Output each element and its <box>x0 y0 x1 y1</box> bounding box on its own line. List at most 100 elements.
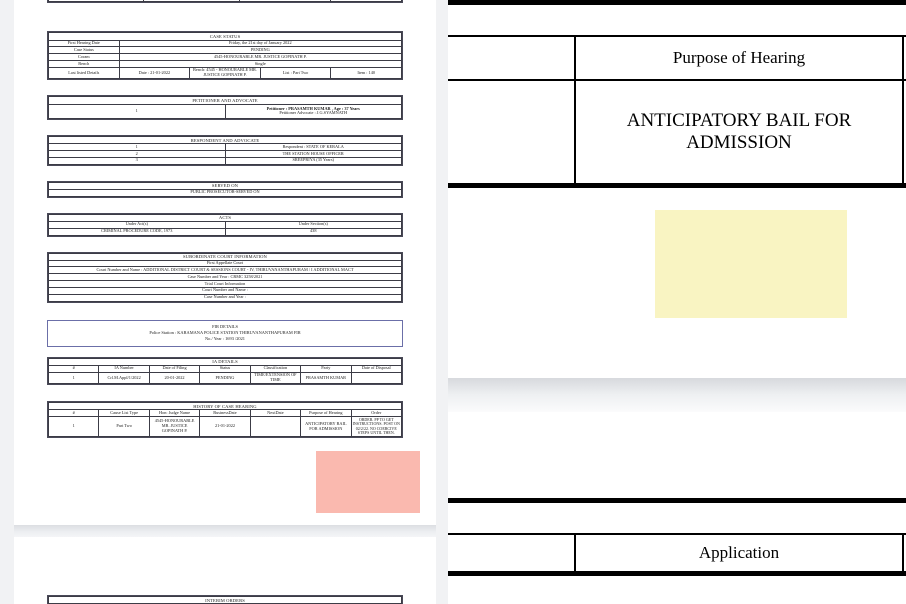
table-row: Bench Single <box>48 60 403 68</box>
magnified-interim-col-blank-left <box>448 533 577 573</box>
ia-cell-classification: TIME/EXTENSION OF TIME <box>249 371 302 385</box>
respondent-name: Respondent : STATE OF KERALA <box>224 143 402 152</box>
coram-value: 4545-HONOURABLE MR. JUSTICE GOPINATH P. <box>118 53 403 62</box>
table-row: PUBLIC PROSECUTOR-SERVED ON <box>48 188 402 197</box>
history-cell-index: 1 <box>47 416 100 438</box>
history-col-cause-list-type: Cause List Type <box>98 409 150 418</box>
history-col-index: # <box>47 409 100 418</box>
history-cell-judge-name: 4545-HONOURABLE MR. JUSTICE GOPINATH P. <box>148 416 201 438</box>
magnified-page-separator <box>448 378 906 412</box>
magnified-history-cell-order: ORDER. PP TO GET INSTRUCTIONS. POST ON 0… <box>901 79 906 185</box>
table-row: 2 THE STATION HOUSE OFFICER <box>48 150 402 158</box>
ia-cell-number: Crl.M.Appl/1/2022 <box>98 371 150 385</box>
history-col-order: Order <box>350 409 403 418</box>
ia-col-filing-date: Date of Filing <box>148 364 201 373</box>
magnified-history-block: HEARING te Purpose of Hearing Order ANTI… <box>448 0 906 188</box>
table-row: Case Number and Year : <box>48 293 402 302</box>
table-row: Coram 4545-HONOURABLE MR. JUSTICE GOPINA… <box>48 53 403 62</box>
magnified-history-col-order: Order <box>901 35 906 81</box>
last-listed-bench: Bench: 4545 - HONOURABLE MR. JUSTICE GOP… <box>189 66 261 80</box>
table-row: te Purpose of Hearing Order <box>448 35 906 81</box>
history-title: HISTORY OF CASE HEARING <box>48 402 402 411</box>
efile-no-value: Offline <box>330 0 402 3</box>
cnr-number-value: KLHC010051102022 <box>143 0 240 3</box>
ia-cell-party: PRASAMTH KUMAR <box>300 371 352 385</box>
acts-col-section: Under Section(s) <box>224 220 402 229</box>
table-row: 3 SREEPRIYA (35 Years) <box>48 156 402 165</box>
respondent-title: RESPONDENT AND ADVOCATE <box>48 136 402 145</box>
table-row: Trial Court Information <box>48 280 402 288</box>
subordinate-court-title: SUBORDINATE COURT INFORMATION <box>48 252 402 261</box>
petitioner-advocate: Petitioner Advocate : J.G.SYAMNATH <box>279 110 348 116</box>
magnified-interim-title: ERS <box>448 501 906 535</box>
table-row: PETITIONER AND ADVOCATE <box>48 96 402 105</box>
petitioner-block: PETITIONER AND ADVOCATE 1 Petitioner : P… <box>47 95 403 121</box>
acts-block: ACTS Under Act(s) Under Section(s) CRIMI… <box>47 212 403 237</box>
magnified-history-col-purpose: Purpose of Hearing <box>574 35 904 81</box>
efile-no-label: E-File NO <box>238 0 332 3</box>
magnified-history-cell-date <box>448 79 577 185</box>
history-cell-business-date: 21-01-2022 <box>199 416 251 438</box>
petitioner-detail-cell: Petitioner : PRASAMTH KUMAR , Age : 37 Y… <box>224 103 402 120</box>
table-row: Case Number and Year : CRMC 3258/2021 <box>48 273 402 282</box>
ia-col-party: Party <box>300 364 352 373</box>
table-row: ANTICIPATORY BAIL FOR ADMISSION ORDER. P… <box>448 79 906 185</box>
last-listed-label: Last listed Details <box>48 66 120 80</box>
bench-label: Bench <box>48 60 120 68</box>
panel-divider <box>436 0 448 604</box>
document-page-2: INTERIM ORDERS Business Date Hon: Judge … <box>14 537 436 604</box>
table-row: 1 Petitioner : PRASAMTH KUMAR , Age : 37… <box>48 103 402 120</box>
first-appellate-court-label: First Appellate Court <box>48 259 402 268</box>
case-status-block: CASE STATUS First Hearing Date Friday, t… <box>47 31 403 81</box>
order-text-highlight-magnified <box>655 210 847 318</box>
table-row: IA DETAILS <box>48 357 402 366</box>
table-row: Application <box>448 533 906 573</box>
respondent-name: SREEPRIYA (35 Years) <box>224 156 402 165</box>
history-cell-purpose: ANTICIPATORY BAIL FOR ADMISSION <box>300 416 352 438</box>
trial-court-label: Trial Court Information <box>48 280 402 288</box>
order-text-highlight <box>316 451 420 513</box>
history-cell-order: ORDER. PP TO GET INSTRUCTIONS. POST ON 0… <box>350 416 403 438</box>
subordinate-court-block: SUBORDINATE COURT INFORMATION First Appe… <box>47 251 403 303</box>
coram-label: Coram <box>48 53 120 62</box>
table-row: HEARING <box>448 3 906 37</box>
last-listed-date: Date : 21-01-2022 <box>118 66 191 80</box>
case-status-value: PENDING <box>118 46 403 55</box>
ia-cell-filing-date: 20-01-2022 <box>148 371 201 385</box>
history-col-judge-name: Hon: Judge Name <box>148 409 201 418</box>
table-row: Court Number and Name : ADDITIONAL DISTR… <box>48 266 402 275</box>
case-status-title: CASE STATUS <box>48 32 402 41</box>
history-col-business-date: BusinessDate <box>199 409 251 418</box>
magnified-history-title: HEARING <box>448 3 906 37</box>
history-of-case-hearing-block: HISTORY OF CASE HEARING # Cause List Typ… <box>47 401 403 439</box>
document-thumbnail-panel[interactable]: Filing Number Bail Appl. 606/2022 Filing… <box>14 0 436 604</box>
table-row: # IA Number Date of Filing Status Classi… <box>47 364 403 373</box>
document-page-1: Filing Number Bail Appl. 606/2022 Filing… <box>14 0 436 525</box>
first-hearing-date-label: First Hearing Date <box>48 39 120 48</box>
table-row: Last listed Details Date : 21-01-2022 Be… <box>48 66 402 80</box>
subordinate-case-number-year: Case Number and Year : CRMC 3258/2021 <box>48 273 402 282</box>
table-row: Case Status PENDING <box>48 46 403 55</box>
respondent-name: THE STATION HOUSE OFFICER <box>224 150 402 158</box>
ia-cell-index: 1 <box>47 371 100 385</box>
acts-col-act: Under Act(s) <box>48 220 226 229</box>
table-row: Under Act(s) Under Section(s) <box>48 220 402 229</box>
ia-col-number: IA Number <box>98 364 150 373</box>
table-row: 1 Crl.M.Appl/1/2022 20-01-2022 PENDING T… <box>47 371 403 385</box>
table-row: 1 Part Two 4545-HONOURABLE MR. JUSTICE G… <box>47 416 403 438</box>
ia-col-status: Status <box>199 364 251 373</box>
viewer-left-margin <box>0 0 14 604</box>
page-separator <box>14 525 436 537</box>
document-magnified-panel[interactable]: 021 S tion Party Date of Disposal <box>448 0 906 604</box>
table-row: RESPONDENT AND ADVOCATE <box>48 136 402 145</box>
petitioner-title: PETITIONER AND ADVOCATE <box>48 96 402 105</box>
served-on-block: SERVED ON PUBLIC PROSECUTOR-SERVED ON <box>47 180 403 198</box>
history-col-next-date: NextDate <box>249 409 302 418</box>
acts-value-act: CRIMINAL PROCEDURE CODE, 1973 <box>48 227 226 236</box>
table-row: CASE STATUS <box>48 32 402 41</box>
respondent-block: RESPONDENT AND ADVOCATE 1 Respondent : S… <box>47 135 403 166</box>
magnified-interim-col-blank-right <box>901 533 906 573</box>
respondent-sl: 2 <box>48 150 226 158</box>
fir-details-block: FIR DETAILS Police Station : KARAMANA PO… <box>47 319 403 347</box>
ia-col-disposal-date: Date of Disposal <box>350 364 403 373</box>
